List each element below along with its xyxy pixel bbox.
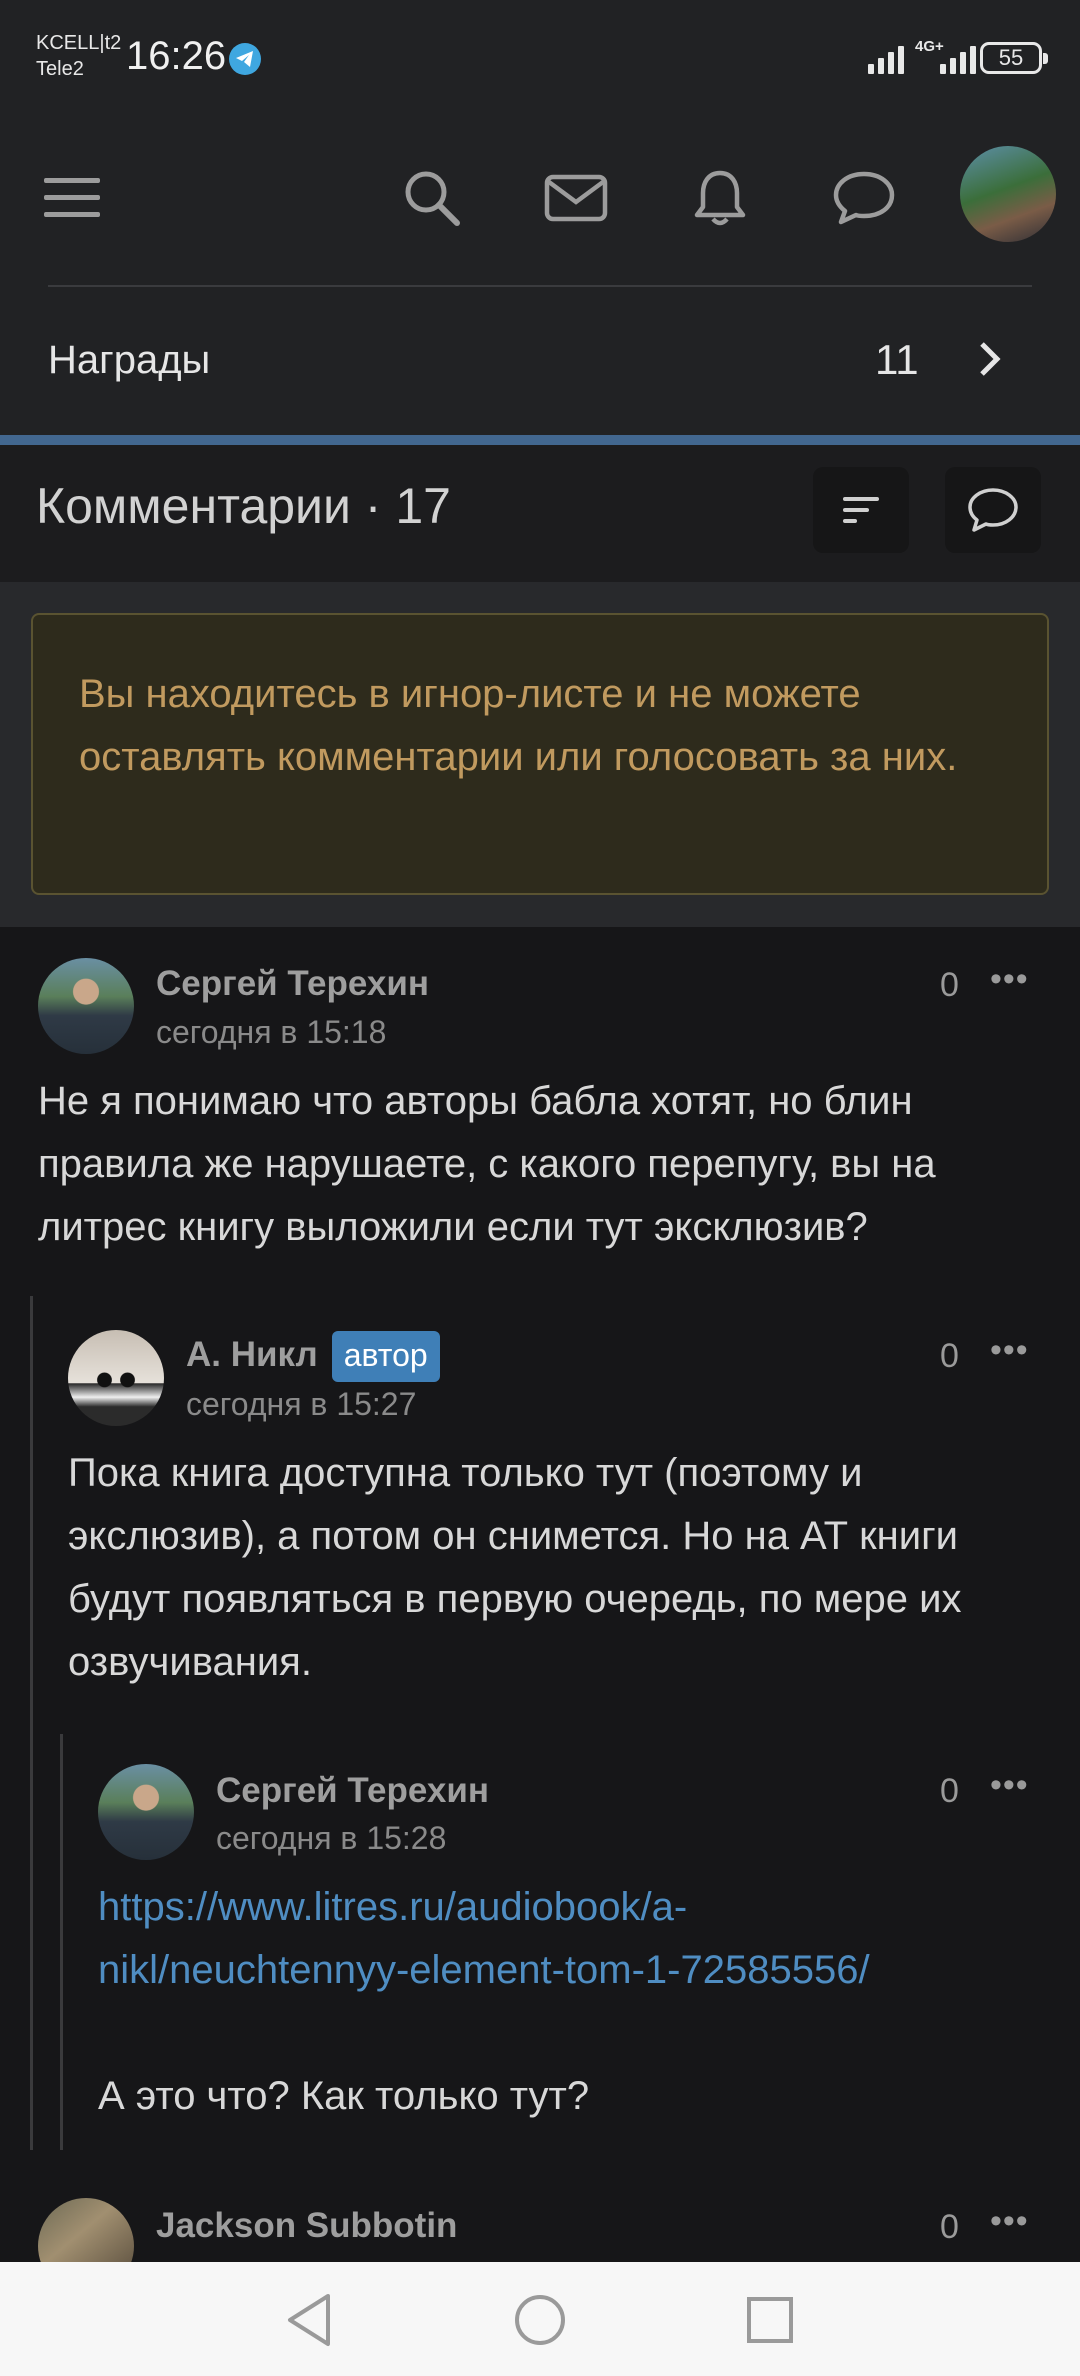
accent-line: [0, 435, 1080, 445]
ignore-notice: Вы находитесь в игнор-листе и не можете …: [31, 613, 1049, 895]
comment-date: сегодня в 15:18: [156, 1014, 387, 1050]
avatar[interactable]: [38, 958, 134, 1054]
comment-author[interactable]: Сергей Терехин: [216, 1771, 489, 1811]
thread-line: [60, 1734, 63, 2150]
comment-score: 0: [940, 966, 959, 1004]
battery-icon: 55: [980, 42, 1048, 74]
recents-icon[interactable]: [740, 2290, 800, 2350]
comment-body: https://www.litres.ru/audiobook/a-nikl/n…: [98, 1876, 1058, 2128]
comments-title: Комментарии · 17: [36, 478, 451, 534]
sort-button[interactable]: [813, 467, 909, 553]
back-icon[interactable]: [280, 2290, 340, 2350]
bell-icon[interactable]: [680, 158, 760, 238]
comment-text: Не я понимаю что авторы бабла хотят, но …: [38, 1079, 936, 1249]
search-icon[interactable]: [392, 158, 472, 238]
mail-icon[interactable]: [536, 158, 616, 238]
clock: 16:26: [126, 34, 227, 78]
comment-text: Пока книга доступна только тут (поэтому …: [68, 1451, 962, 1684]
signal-icon: [868, 40, 904, 74]
sort-icon: [843, 497, 879, 523]
app-header: [0, 118, 1080, 278]
author-name[interactable]: А. Никл: [186, 1335, 318, 1374]
more-options-icon[interactable]: •••: [990, 1331, 1029, 1370]
avatar[interactable]: [98, 1764, 194, 1860]
carrier-1: KCELL|t2: [36, 32, 122, 54]
comment-author[interactable]: А. Никл автор: [186, 1331, 440, 1382]
rewards-label: Награды: [48, 338, 211, 382]
signal-icon-2: [940, 40, 976, 74]
more-options-icon[interactable]: •••: [990, 2202, 1029, 2241]
chevron-right-icon: [980, 342, 1001, 376]
battery-level: 55: [998, 45, 1024, 70]
comment-date: сегодня в 15:28: [216, 1820, 447, 1856]
status-bar: KCELL|t2 Tele2 16:26 4G+ 55: [0, 0, 1080, 118]
comment-icon: [968, 488, 1018, 532]
author-badge: автор: [331, 1331, 440, 1382]
more-options-icon[interactable]: •••: [990, 960, 1029, 999]
comments-header: Комментарии · 17: [0, 445, 1080, 582]
home-icon[interactable]: [510, 2290, 570, 2350]
ignore-notice-section: Вы находитесь в игнор-листе и не можете …: [0, 582, 1080, 927]
menu-icon[interactable]: [32, 158, 112, 238]
comment-date: сегодня в 15:27: [186, 1386, 417, 1422]
avatar[interactable]: [68, 1330, 164, 1426]
more-options-icon[interactable]: •••: [990, 1766, 1029, 1805]
thread-line: [30, 1296, 33, 2150]
comment-link[interactable]: https://www.litres.ru/audiobook/a-nikl/n…: [98, 1885, 870, 1992]
rewards-row[interactable]: Награды 11: [0, 278, 1080, 436]
telegram-icon: [229, 43, 261, 75]
carrier-2: Tele2: [36, 58, 84, 80]
carrier-info: KCELL|t2 Tele2: [36, 30, 121, 82]
rewards-count: 11: [875, 336, 919, 383]
comment-score: 0: [940, 2208, 959, 2246]
comment-author[interactable]: Jackson Subbotin: [156, 2206, 457, 2246]
comment-text: А это что? Как только тут?: [98, 2074, 590, 2118]
avatar[interactable]: [960, 146, 1056, 242]
system-nav-bar: [0, 2262, 1080, 2376]
chat-bubble-icon[interactable]: [824, 158, 904, 238]
comment-author[interactable]: Сергей Терехин: [156, 964, 429, 1004]
comment-score: 0: [940, 1772, 959, 1810]
comment-score: 0: [940, 1337, 959, 1375]
divider: [48, 285, 1032, 287]
add-comment-button[interactable]: [945, 467, 1041, 553]
